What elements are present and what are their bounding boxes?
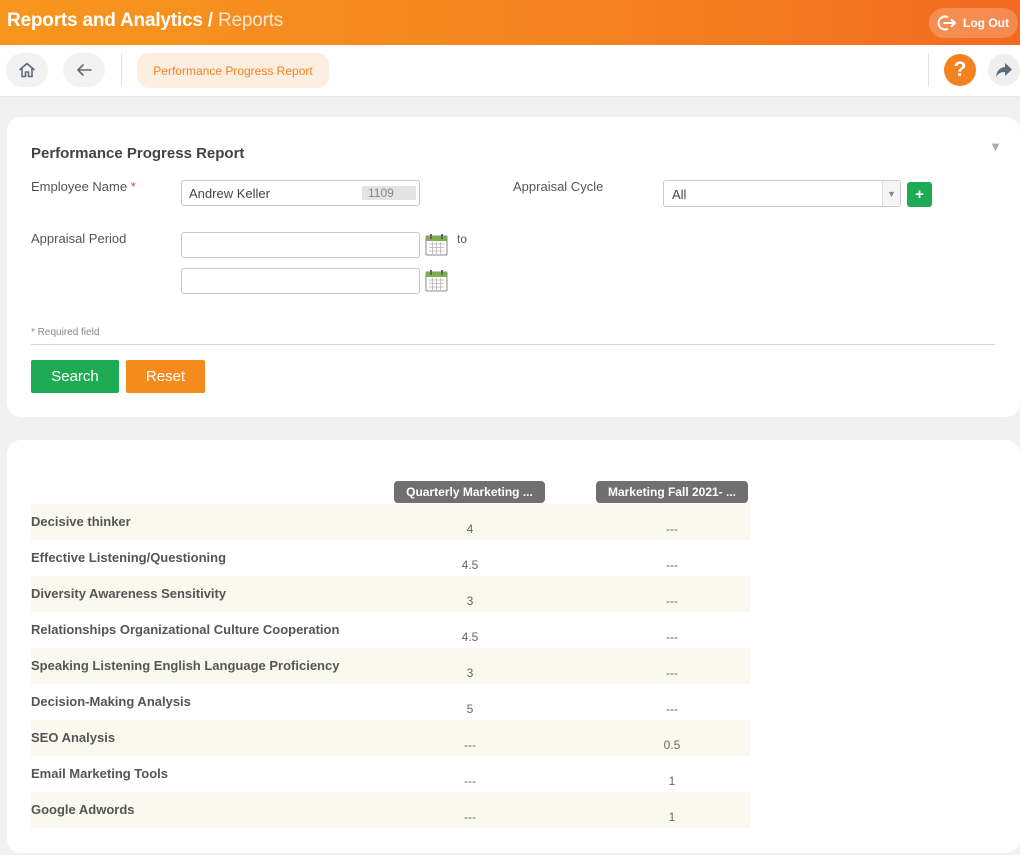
score-cell: 1: [668, 810, 676, 824]
score-cell: 0.5: [663, 738, 681, 752]
score-cell: ---: [464, 810, 476, 824]
logout-button[interactable]: Log Out: [929, 8, 1018, 38]
calendar-icon[interactable]: [425, 233, 448, 256]
required-marker: *: [130, 179, 136, 194]
score-cell: ---: [666, 558, 678, 572]
appraisal-cycle-select[interactable]: All ▼: [663, 180, 901, 207]
logout-icon: [937, 15, 956, 31]
arrow-left-icon: [77, 64, 92, 76]
criterion-label: Email Marketing Tools: [31, 766, 169, 781]
app-header: Reports and Analytics / Reports Log Out: [0, 0, 1020, 45]
criterion-label: Effective Listening/Questioning: [31, 550, 227, 565]
appraisal-cycle-label: Appraisal Cycle: [513, 179, 604, 194]
results-panel: Quarterly Marketing ... Marketing Fall 2…: [7, 440, 1020, 853]
toolbar-divider: [121, 53, 122, 87]
score-cell: 3: [466, 666, 474, 680]
period-end-date-input[interactable]: [181, 268, 420, 294]
employee-id-badge: 1109: [362, 186, 416, 200]
search-button[interactable]: Search: [31, 360, 119, 393]
toolbar: Performance Progress Report ?: [0, 45, 1020, 97]
score-cell: 4.5: [461, 558, 479, 572]
table-row: Speaking Listening English Language Prof…: [31, 648, 750, 684]
period-start-date-input[interactable]: [181, 232, 420, 258]
table-row: Email Marketing Tools --- 1: [31, 756, 750, 792]
employee-name-value: Andrew Keller: [189, 186, 270, 201]
page-title: Reports and Analytics / Reports: [7, 10, 283, 32]
collapse-toggle-icon[interactable]: ▼: [989, 139, 1002, 154]
score-cell: ---: [666, 594, 678, 608]
required-field-note: * Required field: [31, 327, 100, 338]
reset-button[interactable]: Reset: [126, 360, 205, 393]
criterion-label: Speaking Listening English Language Prof…: [31, 658, 340, 673]
help-button[interactable]: ?: [944, 54, 976, 86]
criterion-label: SEO Analysis: [31, 730, 116, 745]
appraisal-period-label: Appraisal Period: [31, 231, 127, 246]
employee-name-label-text: Employee Name: [31, 179, 128, 194]
score-cell: 5: [466, 702, 474, 716]
chevron-down-icon: ▼: [882, 181, 900, 206]
criterion-label: Decisive thinker: [31, 514, 131, 529]
filter-panel: Performance Progress Report ▼ Employee N…: [7, 117, 1020, 417]
column-header-marketing-fall-2021: Marketing Fall 2021- ...: [596, 481, 748, 503]
form-divider: [31, 344, 995, 345]
table-row: Diversity Awareness Sensitivity 3 ---: [31, 576, 750, 612]
column-header-quarterly-marketing: Quarterly Marketing ...: [394, 481, 545, 503]
home-button[interactable]: [6, 53, 48, 87]
score-cell: ---: [666, 702, 678, 716]
breadcrumb-reports[interactable]: Reports: [218, 10, 283, 31]
score-cell: 4.5: [461, 630, 479, 644]
table-row: Decision-Making Analysis 5 ---: [31, 684, 750, 720]
title-separator: /: [207, 10, 213, 31]
criterion-label: Diversity Awareness Sensitivity: [31, 586, 227, 601]
criterion-label: Decision-Making Analysis: [31, 694, 191, 709]
logout-label: Log Out: [963, 16, 1009, 30]
score-cell: ---: [666, 522, 678, 536]
share-icon: [996, 63, 1012, 77]
module-title: Reports and Analytics: [7, 10, 203, 31]
score-cell: 1: [668, 774, 676, 788]
criterion-label: Relationships Organizational Culture Coo…: [31, 622, 340, 637]
score-cell: 4: [466, 522, 474, 536]
toolbar-divider: [928, 53, 929, 87]
criterion-label: Google Adwords: [31, 802, 135, 817]
score-cell: ---: [666, 666, 678, 680]
employee-name-label: Employee Name *: [31, 179, 136, 194]
back-button[interactable]: [63, 53, 105, 87]
share-button[interactable]: [988, 54, 1020, 86]
add-cycle-button[interactable]: +: [907, 182, 932, 207]
score-cell: ---: [464, 738, 476, 752]
to-label: to: [457, 232, 468, 246]
table-row: Google Adwords --- 1: [31, 792, 750, 828]
table-row: Effective Listening/Questioning 4.5 ---: [31, 540, 750, 576]
score-cell: 3: [466, 594, 474, 608]
calendar-icon[interactable]: [425, 269, 448, 292]
table-row: SEO Analysis --- 0.5: [31, 720, 750, 756]
table-row: Relationships Organizational Culture Coo…: [31, 612, 750, 648]
employee-name-field[interactable]: Andrew Keller 1109: [181, 180, 420, 206]
breadcrumb-current-report[interactable]: Performance Progress Report: [137, 53, 329, 88]
form-title: Performance Progress Report: [31, 145, 245, 162]
table-row: Decisive thinker 4 ---: [31, 504, 750, 540]
score-cell: ---: [464, 774, 476, 788]
home-icon: [19, 62, 35, 78]
score-cell: ---: [666, 630, 678, 644]
appraisal-cycle-value: All: [672, 187, 687, 202]
